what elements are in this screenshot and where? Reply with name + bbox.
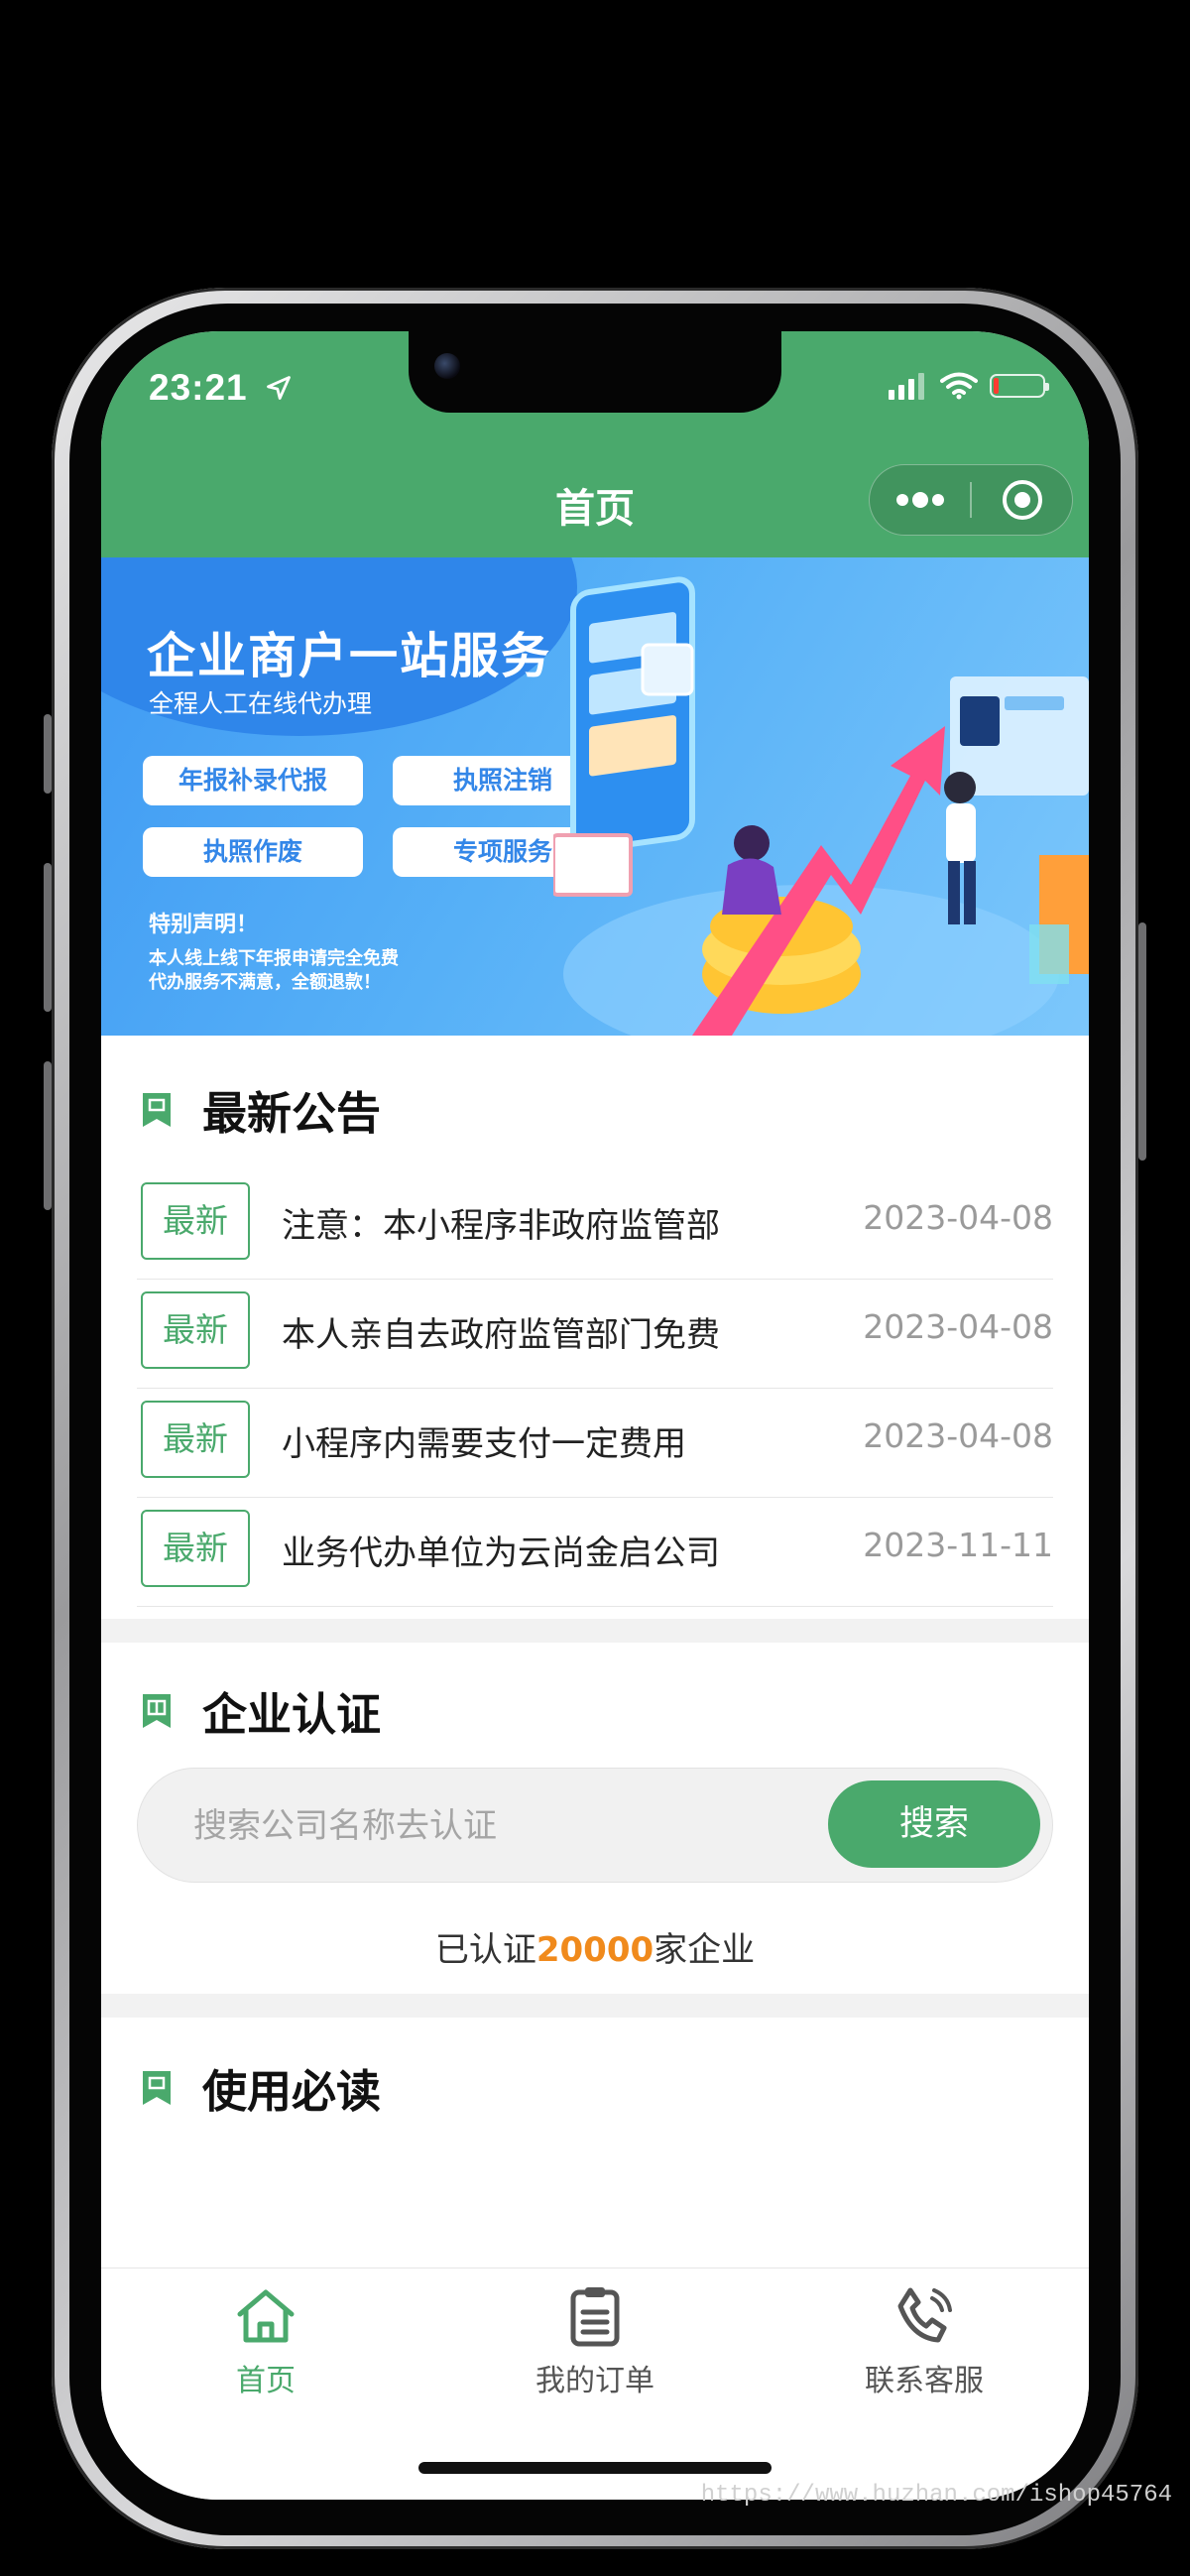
announcements-title: 最新公告 [202, 1087, 382, 1140]
banner-illustration [553, 576, 1089, 1036]
banner-notice-title: 特别声明！ [149, 913, 259, 937]
tab-contact-support[interactable]: 联系客服 [760, 2278, 1089, 2399]
navigation-header: 23:21 首页 [101, 331, 1089, 557]
front-camera [434, 353, 460, 379]
announcement-date: 2023-04-08 [863, 1307, 1053, 1346]
promo-banner[interactable]: 企业商户一站服务 全程人工在线代办理 年报补录代报 执照注销 执照作废 专项服务… [101, 557, 1089, 1036]
new-badge: 最新 [141, 1182, 250, 1260]
target-circle-icon [1002, 480, 1042, 520]
section-divider [101, 1994, 1089, 2018]
search-button[interactable]: 搜索 [828, 1780, 1040, 1868]
notch [409, 331, 781, 413]
tab-contact-support-label: 联系客服 [865, 2364, 984, 2398]
banner-chip-license-void[interactable]: 执照作废 [143, 827, 363, 877]
new-badge: 最新 [141, 1401, 250, 1478]
announcement-row[interactable]: 最新 业务代办单位为云尚金启公司 2023-11-11 [137, 1498, 1053, 1607]
phone-call-icon [897, 2287, 952, 2343]
certified-suffix: 家企业 [654, 1930, 756, 1970]
signal-icon [889, 373, 924, 400]
guide-header: 使用必读 [141, 2055, 381, 2120]
location-arrow-icon [267, 376, 291, 400]
banner-chip-annual-report[interactable]: 年报补录代报 [143, 756, 363, 805]
announcement-text: 小程序内需要支付一定费用 [282, 1424, 686, 1464]
status-time: 23:21 [149, 367, 293, 409]
more-button[interactable] [870, 465, 970, 535]
wifi-icon [940, 372, 978, 400]
announcement-text: 注意：本小程序非政府监管部 [282, 1206, 720, 1246]
tab-home[interactable]: 首页 [101, 2278, 430, 2399]
announcement-date: 2023-11-11 [863, 1526, 1053, 1564]
mute-switch [44, 714, 52, 794]
close-miniprogram-button[interactable] [972, 465, 1072, 535]
bookmark-icon [143, 1092, 171, 1127]
announcement-text: 业务代办单位为云尚金启公司 [282, 1533, 720, 1573]
miniprogram-capsule [869, 464, 1073, 536]
announcement-row[interactable]: 最新 注意：本小程序非政府监管部 2023-04-08 [137, 1170, 1053, 1280]
tab-home-label: 首页 [236, 2364, 296, 2398]
new-badge: 最新 [141, 1510, 250, 1587]
certification-title: 企业认证 [202, 1688, 382, 1741]
more-dots-icon [895, 492, 944, 508]
battery-icon [990, 374, 1049, 398]
announcement-row[interactable]: 最新 本人亲自去政府监管部门免费 2023-04-08 [137, 1280, 1053, 1389]
home-indicator[interactable] [418, 2462, 772, 2474]
announcement-date: 2023-04-08 [863, 1416, 1053, 1455]
volume-up-button [44, 863, 52, 1012]
announcement-date: 2023-04-08 [863, 1198, 1053, 1237]
company-search-bar: 搜索 [137, 1768, 1053, 1884]
book-icon [143, 1693, 171, 1728]
tab-my-orders[interactable]: 我的订单 [430, 2278, 760, 2399]
certified-prefix: 已认证 [434, 1930, 536, 1970]
volume-down-button [44, 1061, 52, 1210]
tab-my-orders-label: 我的订单 [536, 2364, 654, 2398]
certification-header: 企业认证 [141, 1678, 381, 1743]
guide-title: 使用必读 [202, 2065, 382, 2118]
app-screen: 23:21 首页 企业商户一站服务 全程人工在线代办理 年报补录代报 执照注销 … [101, 331, 1089, 2500]
banner-notice-line: 本人线上线下年报申请完全免费 [149, 948, 399, 969]
announcements-header: 最新公告 [141, 1077, 381, 1142]
banner-title: 企业商户一站服务 [147, 628, 552, 684]
announcement-row[interactable]: 最新 小程序内需要支付一定费用 2023-04-08 [137, 1389, 1053, 1498]
new-badge: 最新 [141, 1291, 250, 1369]
company-search-input[interactable] [191, 1769, 790, 1884]
power-button [1138, 922, 1146, 1161]
announcement-text: 本人亲自去政府监管部门免费 [282, 1315, 720, 1355]
bookmark-icon [143, 2070, 171, 2105]
home-icon [237, 2289, 295, 2343]
section-divider [101, 1619, 1089, 1643]
certified-count: 20000 [536, 1930, 654, 1970]
clipboard-icon [570, 2287, 620, 2347]
certified-count-text: 已认证20000家企业 [101, 1922, 1089, 1971]
banner-subtitle: 全程人工在线代办理 [149, 689, 373, 718]
banner-notice-line: 代办服务不满意，全额退款！ [149, 972, 381, 993]
status-indicators [889, 371, 1049, 401]
watermark-text: https://www.huzhan.com/ishop45764 [700, 2482, 1172, 2509]
